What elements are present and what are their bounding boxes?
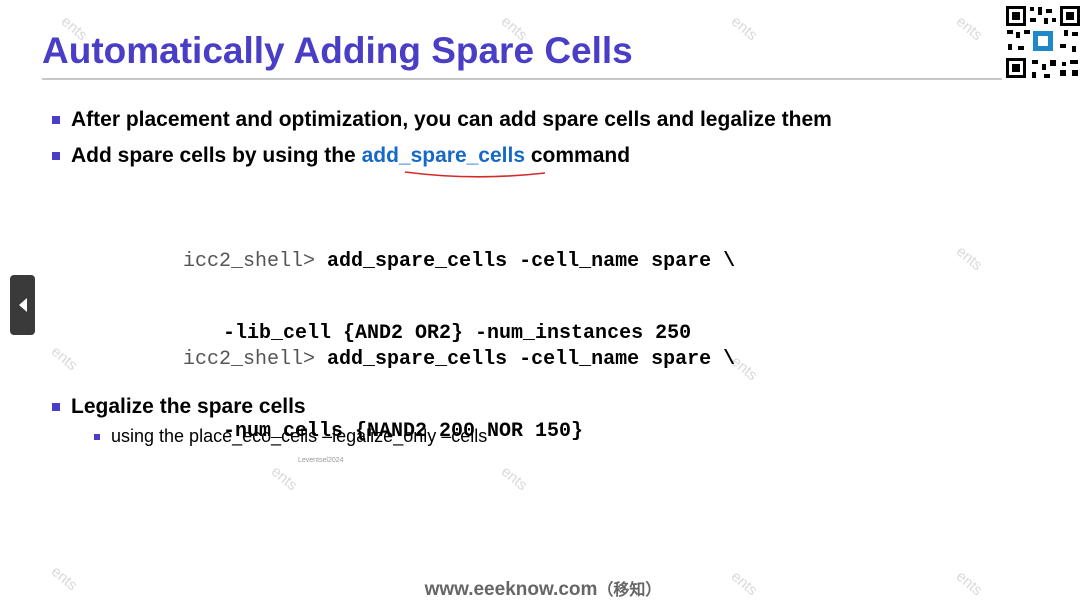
bullet-text-after: command — [525, 144, 631, 167]
bullet-marker — [52, 152, 60, 160]
sub-bullet-marker — [94, 433, 100, 440]
qr-code-icon — [1004, 4, 1082, 80]
small-label: Leventsel2024 — [298, 457, 344, 464]
sub-bullet-text: using the place_eco_cells –legalize_only… — [111, 426, 488, 446]
shell-prompt: icc2_shell> — [183, 348, 316, 371]
title-divider — [42, 78, 1002, 80]
sub-bullet: using the place_eco_cells –legalize_only… — [94, 426, 487, 447]
bullet-3: Legalize the spare cells — [52, 395, 306, 419]
code-line: add_spare_cells -cell_name spare \ — [327, 250, 736, 273]
bullet-text: After placement and optimization, you ca… — [71, 108, 832, 131]
footer-cn: （移知） — [597, 582, 662, 599]
bullet-1: After placement and optimization, you ca… — [52, 108, 832, 132]
red-underline-annotation — [404, 171, 546, 178]
prev-slide-button[interactable] — [10, 275, 35, 335]
watermark: ents — [47, 342, 81, 375]
watermark: ents — [727, 12, 761, 45]
bullet-text-before: Add spare cells by using the — [71, 144, 362, 167]
code-line: add_spare_cells -cell_name spare \ — [327, 348, 736, 371]
bullet-marker — [52, 116, 60, 124]
watermark: ents — [952, 242, 986, 275]
shell-prompt: icc2_shell> — [183, 250, 316, 273]
footer-site: www.eeeknow.com — [424, 579, 598, 600]
bullet-2: Add spare cells by using the add_spare_c… — [52, 144, 630, 168]
command-link[interactable]: add_spare_cells — [362, 144, 525, 168]
footer: www.eeeknow.com（移知） — [0, 576, 1086, 601]
slide-title: Automatically Adding Spare Cells — [42, 30, 633, 71]
chevron-left-icon — [18, 298, 27, 312]
bullet-marker — [52, 403, 60, 411]
bullet-text: Legalize the spare cells — [71, 395, 306, 418]
watermark: ents — [952, 12, 986, 45]
